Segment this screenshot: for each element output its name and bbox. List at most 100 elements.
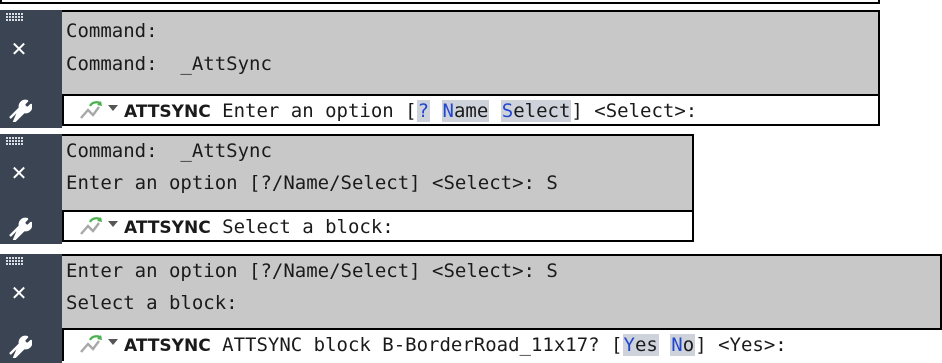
command-input-bar[interactable]: ATTSYNC Select a block: <box>62 210 694 242</box>
grip-dot <box>12 257 14 259</box>
grip-dot <box>18 263 20 265</box>
history-line: Command: _AttSync <box>66 53 272 75</box>
grip-dot <box>15 137 17 139</box>
grip-dot <box>21 260 23 262</box>
command-input-bar[interactable]: ATTSYNC Enter an option [? Name Select] … <box>62 94 880 126</box>
grip-dot <box>6 263 8 265</box>
command-window-2: ✕ Command: _AttSync Enter an option [?/N… <box>0 134 942 244</box>
recent-commands-icon[interactable] <box>78 216 106 238</box>
grip-dot <box>18 260 20 262</box>
grip-dot <box>21 263 23 265</box>
grip-dot <box>18 16 20 18</box>
dropdown-arrow-icon[interactable] <box>108 221 118 227</box>
close-icon[interactable]: ✕ <box>10 39 28 59</box>
grip-dot <box>15 263 17 265</box>
grip-dot <box>21 143 23 145</box>
option-yes[interactable]: Yes <box>622 334 659 356</box>
history-line: Enter an option [?/Name/Select] <Select>… <box>66 172 558 194</box>
grip-dot <box>9 260 11 262</box>
grip-dot <box>18 143 20 145</box>
close-icon[interactable]: ✕ <box>10 283 28 303</box>
history-line: Enter an option [?/Name/Select] <Select>… <box>66 260 558 282</box>
grip-dot <box>21 16 23 18</box>
command-window-side-bar: ✕ <box>0 134 62 244</box>
dropdown-arrow-icon[interactable] <box>108 339 118 345</box>
command-prompt: ATTSYNC Enter an option [? Name Select] … <box>124 96 697 127</box>
grip-dot <box>12 19 14 21</box>
prompt-text: ATTSYNC block B-BorderRoad_11x17? [ <box>210 334 623 356</box>
command-window-3: ✕ Enter an option [?/Name/Select] <Selec… <box>0 254 942 363</box>
grip-dot <box>21 140 23 142</box>
grip-dot <box>21 137 23 139</box>
grip-dot <box>18 19 20 21</box>
grip-dot <box>12 263 14 265</box>
grip-dot <box>18 13 20 15</box>
grip-dot <box>9 16 11 18</box>
grip-dot <box>18 137 20 139</box>
grip-dot <box>6 140 8 142</box>
command-name: ATTSYNC <box>124 336 211 356</box>
prompt-default: ] <Select>: <box>571 100 698 122</box>
grip-dot <box>12 143 14 145</box>
grip-dot <box>12 260 14 262</box>
grip-dot <box>9 257 11 259</box>
grip-dots-icon[interactable] <box>6 137 26 149</box>
grip-dot <box>15 260 17 262</box>
previous-panel-edge <box>0 0 880 4</box>
grip-dot <box>18 140 20 142</box>
option-name[interactable]: Name <box>441 100 490 122</box>
close-icon[interactable]: ✕ <box>10 163 28 183</box>
grip-dots-icon[interactable] <box>6 257 26 269</box>
command-name: ATTSYNC <box>124 218 211 238</box>
grip-dot <box>9 13 11 15</box>
history-line: Command: _AttSync <box>66 140 272 162</box>
grip-dot <box>6 143 8 145</box>
grip-dot <box>6 16 8 18</box>
grip-dot <box>6 19 8 21</box>
recent-commands-icon[interactable] <box>78 100 106 122</box>
grip-dot <box>6 137 8 139</box>
grip-dot <box>6 260 8 262</box>
command-prompt: ATTSYNC ATTSYNC block B-BorderRoad_11x17… <box>124 330 787 361</box>
option-help[interactable]: ? <box>416 100 431 122</box>
grip-dot <box>15 257 17 259</box>
command-input-bar[interactable]: ATTSYNC ATTSYNC block B-BorderRoad_11x17… <box>62 328 942 361</box>
grip-dot <box>12 137 14 139</box>
grip-dot <box>9 263 11 265</box>
grip-dot <box>12 140 14 142</box>
command-name: ATTSYNC <box>124 102 211 122</box>
grip-dot <box>9 143 11 145</box>
grip-dot <box>9 140 11 142</box>
grip-dot <box>15 140 17 142</box>
grip-dot <box>9 19 11 21</box>
option-no[interactable]: No <box>670 334 696 356</box>
command-window-side-bar: ✕ <box>0 10 62 128</box>
grip-dot <box>18 257 20 259</box>
prompt-text: Enter an option [ <box>210 100 417 122</box>
grip-dot <box>15 19 17 21</box>
history-line: Select a block: <box>66 292 238 314</box>
grip-dot <box>9 137 11 139</box>
grip-dot <box>12 13 14 15</box>
grip-dots-icon[interactable] <box>6 13 26 25</box>
command-window-1: ✕ Command: Command: _AttSync ATTSYNC Ent… <box>0 10 942 128</box>
grip-dot <box>6 13 8 15</box>
command-window-side-bar: ✕ <box>0 254 62 363</box>
grip-dot <box>21 257 23 259</box>
prompt-default: ] <Yes>: <box>695 334 787 356</box>
grip-dot <box>15 143 17 145</box>
grip-dot <box>15 16 17 18</box>
recent-commands-icon[interactable] <box>78 334 106 356</box>
dropdown-arrow-icon[interactable] <box>108 105 118 111</box>
option-select[interactable]: Select <box>500 100 572 122</box>
wrench-icon[interactable] <box>6 214 32 240</box>
grip-dot <box>21 19 23 21</box>
grip-dot <box>12 16 14 18</box>
grip-dot <box>6 257 8 259</box>
wrench-icon[interactable] <box>6 96 32 122</box>
wrench-icon[interactable] <box>6 332 32 358</box>
command-prompt: ATTSYNC Select a block: <box>124 212 394 243</box>
history-line: Command: <box>66 20 158 42</box>
grip-dot <box>21 13 23 15</box>
prompt-text: Select a block: <box>210 216 394 238</box>
